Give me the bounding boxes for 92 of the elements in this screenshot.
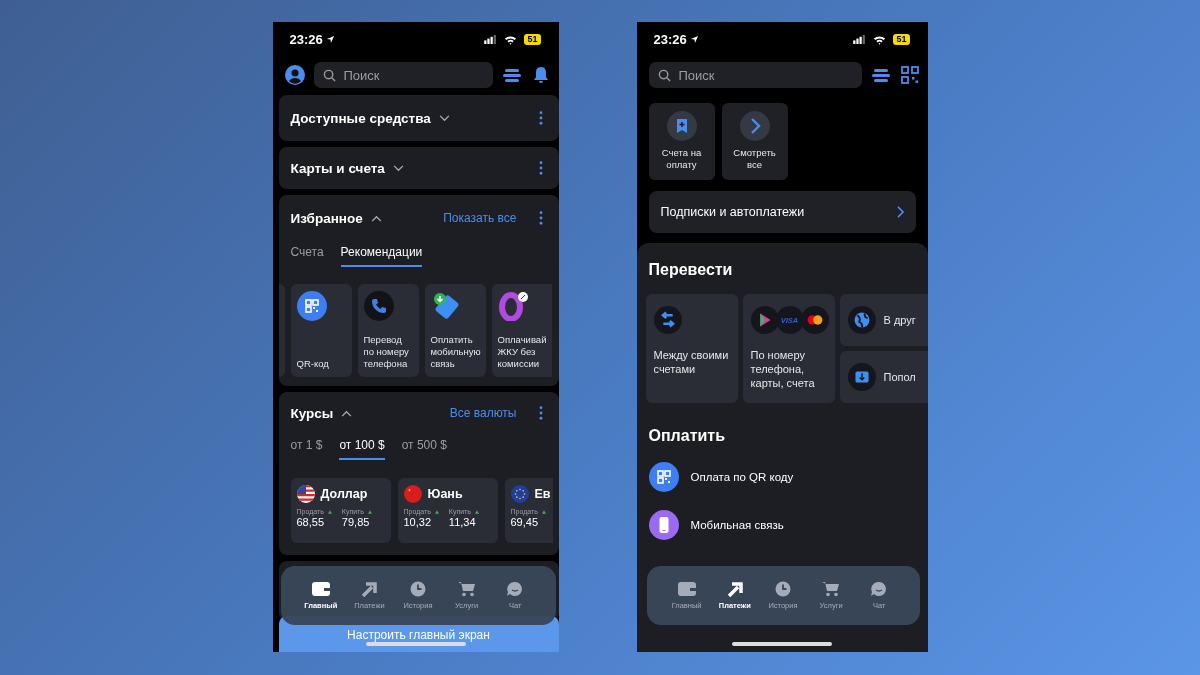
more-icon[interactable] [538,406,543,420]
payment-option[interactable]: Мобильная связь [648,510,928,540]
transfer-tile[interactable]: В друг [839,294,928,346]
tile-label: Смотреть все [732,147,777,171]
search-icon [657,68,671,82]
section-title[interactable]: Карты и счета [290,160,385,176]
clock-icon [408,581,428,597]
battery-level: 51 [524,34,541,45]
more-icon[interactable] [538,161,543,175]
payment-option[interactable]: Оплата по QR коду [648,462,928,492]
tile-label: Между своими счетами [653,348,730,376]
more-icon[interactable] [538,111,543,125]
tile-label: Попол [883,371,916,383]
tab[interactable]: от 100 $ [339,434,385,460]
tile-label: По номеру телефона, карты, счета [750,348,816,390]
tab[interactable]: Счета [290,241,324,267]
all-currencies-link[interactable]: Все валюты [449,406,517,420]
receipt-icon [666,111,697,141]
transfer-tile[interactable]: Попол [839,351,928,403]
tab[interactable]: от 1 $ [290,434,323,460]
up-triangle-icon [475,509,479,514]
shortcut-card[interactable]: Оплачивай ЖКУ без комиссии [491,284,552,377]
flag-icon [296,485,315,503]
shortcut-label: Перевод по номеру телефона [363,334,410,370]
avatar-icon[interactable] [284,65,305,85]
wifi-icon [504,34,518,45]
section-title[interactable]: Избранное [290,210,363,226]
quick-action-tile[interactable]: Счета на оплату [648,103,715,180]
shortcut-card[interactable]: Оплатить мобильную связь [424,284,486,377]
rate-value: 68,55 [296,516,326,528]
signal-icon [484,35,498,44]
wallet-icon [676,581,697,597]
battery-level: 51 [893,34,910,45]
section-heading: Перевести [648,261,734,279]
subscriptions-row[interactable]: Подписки и автоплатежи [648,191,916,233]
currency-name: Доллар [320,487,368,501]
signal-icon [853,35,867,44]
qr-code-icon[interactable] [899,65,920,85]
currency-name: Ев [534,487,551,501]
zero-percent-icon [497,291,528,321]
rate-value: 79,85 [341,516,371,528]
transfer-tile[interactable]: Между своими счетами [645,294,738,403]
status-time: 23:26 [289,32,323,47]
swap-arrows-icon [653,306,682,334]
rate-value: 10,32 [403,516,433,528]
section-title[interactable]: Доступные средства [290,110,431,126]
shortcut-label: QR-код [296,358,329,370]
chevron-icon[interactable] [341,409,353,417]
more-icon[interactable] [538,211,543,225]
location-icon [689,35,699,44]
arrow-icon [359,581,380,597]
up-triangle-icon [368,509,372,514]
tile-label: Счета на оплату [660,147,703,171]
shortcut-card[interactable]: Перевод по номеру телефона [357,284,419,377]
search-field[interactable]: Поиск [313,62,493,88]
section-heading: Оплатить [648,427,726,445]
download-icon [847,363,876,391]
show-all-link[interactable]: Показать все [443,211,517,225]
section-title[interactable]: Курсы [290,405,334,421]
cart-icon [456,581,477,597]
chevron-right-icon [896,206,904,218]
cart-icon [821,581,842,597]
currency-name: Юань [427,487,463,501]
phone-icon [363,291,394,321]
search-icon [322,68,336,82]
rate-value: 11,34 [448,516,477,528]
up-triangle-icon [434,509,439,514]
location-icon [325,35,335,44]
wallet-icon [310,581,331,597]
shortcut-label: Оплачивай ЖКУ без комиссии [497,334,548,370]
flag-icon [510,485,529,503]
play-logo-icon [750,306,779,334]
globe-icon [847,306,876,334]
qr-code-icon [296,291,327,321]
up-triangle-icon [541,509,546,514]
mastercard-logo-icon [800,306,829,334]
chevron-icon[interactable] [392,164,404,172]
tab[interactable]: от 500 $ [401,434,447,460]
search-field[interactable]: Поиск [648,62,862,88]
tab[interactable]: Рекомендации [340,241,423,267]
chevron-icon[interactable] [438,114,450,122]
chevron-icon[interactable] [370,214,382,222]
tile-label: В друг [883,314,916,326]
shortcut-label: Оплатить мобильную связь [430,334,481,370]
flag-icon [403,485,422,503]
wifi-icon [873,34,887,45]
up-triangle-icon [327,509,332,514]
shortcut-card[interactable]: QR-код [290,284,352,377]
rate-value: 69,45 [510,516,540,528]
status-time: 23:26 [653,32,687,47]
quick-action-tile[interactable]: Смотреть все [721,103,788,180]
chevron-right-icon [739,111,770,141]
